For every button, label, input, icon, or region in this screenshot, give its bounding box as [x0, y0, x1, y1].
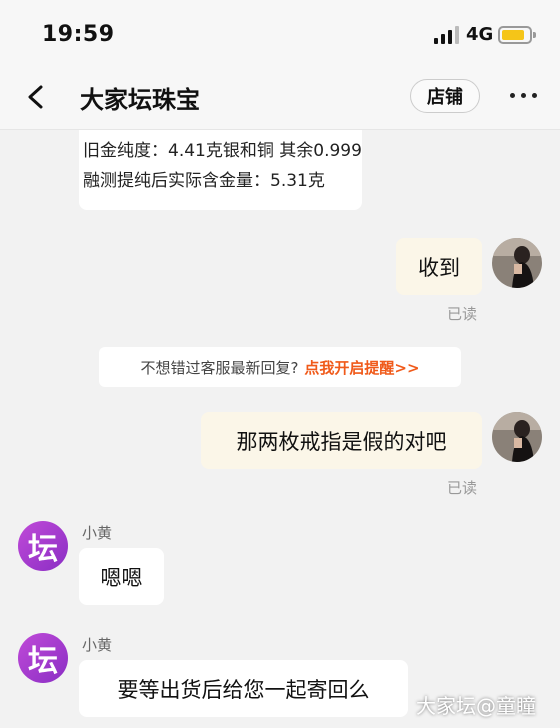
message-bubble-sent: 那两枚戒指是假的对吧	[201, 412, 482, 469]
message-bubble-received: 嗯嗯	[79, 548, 164, 605]
avatar-logo-text: 坛	[28, 644, 58, 679]
enable-reminder-link[interactable]: 点我开启提醒>>	[304, 357, 419, 378]
message-text: 那两枚戒指是假的对吧	[236, 429, 447, 454]
watermark: 大家坛@童瞳	[416, 694, 536, 718]
battery-icon	[498, 26, 536, 44]
message-bubble-received: 要等出货后给您一起寄回么	[79, 660, 408, 717]
message-text: 嗯嗯	[100, 565, 143, 590]
shop-button[interactable]: 店铺	[410, 79, 480, 113]
read-receipt: 已读	[447, 479, 478, 497]
message-text: 收到	[418, 255, 460, 280]
agent-avatar[interactable]: 坛	[18, 521, 68, 571]
more-options-icon[interactable]	[510, 93, 540, 99]
signal-icon	[434, 26, 460, 44]
sender-name: 小黄	[82, 524, 113, 542]
back-arrow-icon[interactable]	[22, 82, 52, 112]
read-receipt: 已读	[447, 305, 478, 323]
message-line: 旧金纯度：4.41克银和铜 其余0.999	[83, 141, 362, 161]
agent-avatar[interactable]: 坛	[18, 633, 68, 683]
message-bubble-received: 旧金纯度：4.41克银和铜 其余0.999 融测提纯后实际含金量：5.31克	[79, 118, 362, 210]
chat-title: 大家坛珠宝	[80, 86, 200, 114]
user-avatar[interactable]	[492, 238, 542, 288]
top-bar: 19:59 4G 大家坛珠宝 店铺	[0, 0, 560, 130]
sender-name: 小黄	[82, 636, 113, 654]
message-line: 融测提纯后实际含金量：5.31克	[83, 171, 325, 191]
status-time: 19:59	[42, 22, 115, 47]
user-avatar[interactable]	[492, 412, 542, 462]
notification-prompt[interactable]: 不想错过客服最新回复? 点我开启提醒>>	[99, 347, 461, 387]
message-bubble-sent: 收到	[396, 238, 482, 295]
message-text: 要等出货后给您一起寄回么	[117, 677, 370, 702]
avatar-logo-text: 坛	[28, 532, 58, 567]
notice-text: 不想错过客服最新回复?	[140, 358, 299, 377]
network-type: 4G	[466, 24, 494, 45]
